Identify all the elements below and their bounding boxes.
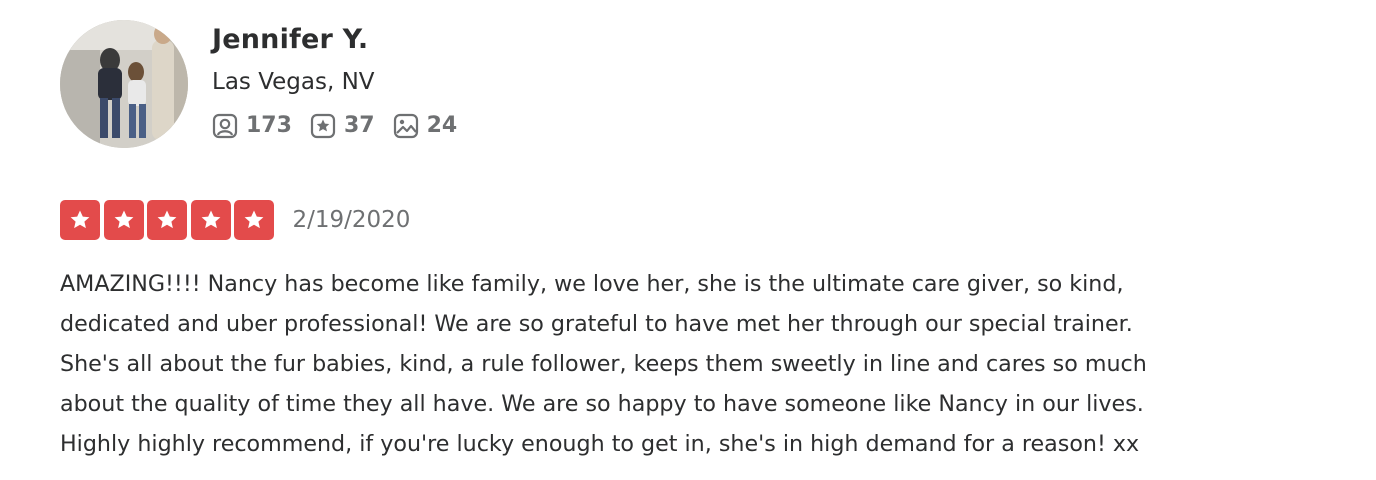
review-date: 2/19/2020: [292, 207, 411, 233]
photo-icon: [393, 113, 419, 139]
reviews-count: 37: [343, 113, 375, 138]
review-text: AMAZING!!!! Nancy has become like family…: [60, 271, 1147, 457]
star-icon: [190, 200, 231, 240]
star-icon: [147, 200, 187, 240]
star-icon: [103, 200, 144, 240]
reviewer-stats: 173 37 24: [212, 111, 612, 141]
reviewer-location: Las Vegas, NV: [212, 69, 375, 95]
reviews-stat: 37: [310, 113, 375, 139]
reviewer-info: Jennifer Y. Las Vegas, NV 173 37 24: [212, 22, 612, 141]
review-star-icon: [310, 113, 336, 139]
star-icon: [60, 200, 100, 240]
star-rating: [60, 200, 278, 240]
friends-icon: [212, 113, 238, 139]
reviewer-name[interactable]: Jennifer Y.: [212, 22, 612, 58]
photos-count: 24: [426, 113, 458, 138]
photos-stat: 24: [393, 113, 458, 139]
review-card: Jennifer Y. Las Vegas, NV 173 37 24 2/19…: [0, 0, 1376, 480]
rating-row: 2/19/2020: [60, 200, 410, 240]
star-icon: [234, 200, 274, 240]
friends-stat: 173: [212, 113, 292, 139]
friends-count: 173: [246, 113, 292, 138]
avatar[interactable]: [60, 20, 188, 148]
